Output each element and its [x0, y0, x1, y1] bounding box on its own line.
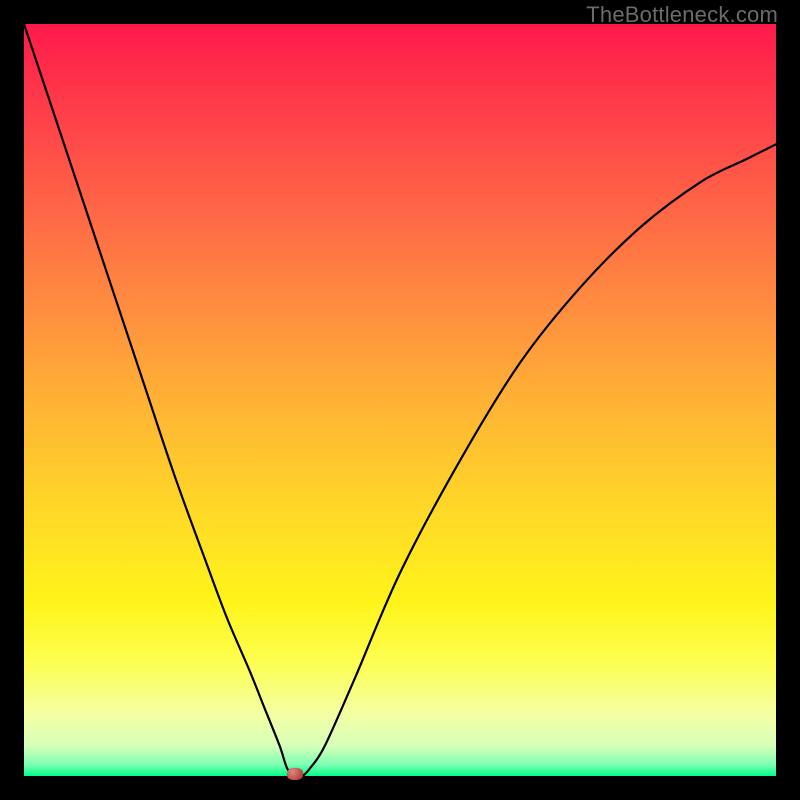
chart-frame: TheBottleneck.com [0, 0, 800, 800]
plot-area [24, 24, 776, 776]
bottleneck-curve [24, 24, 776, 776]
minimum-marker-icon [287, 768, 303, 780]
